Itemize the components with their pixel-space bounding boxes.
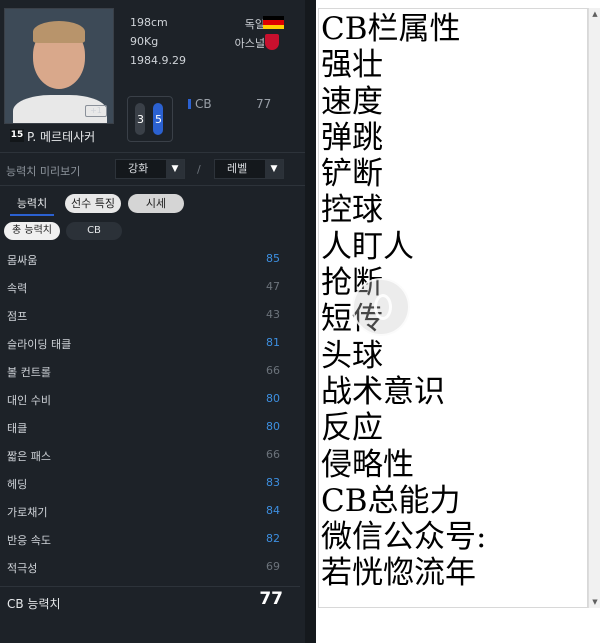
note-line: 速度 <box>321 83 383 120</box>
stat-row: 가로채기 84 <box>0 497 300 525</box>
note-line: 强壮 <box>321 47 383 84</box>
stat-name: 대인 수비 <box>7 394 51 407</box>
nation-label: 독일 <box>244 18 265 31</box>
stat-row: 볼 컨트롤 66 <box>0 357 300 385</box>
stat-value: 66 <box>266 364 280 377</box>
note-line: 侵略性 <box>321 446 414 483</box>
stat-value: 66 <box>266 448 280 461</box>
weak-foot-indicator: 3 5 <box>127 96 173 142</box>
note-line: CB栏属性 <box>321 11 461 47</box>
right-foot-value: 5 <box>155 113 162 126</box>
club-label: 아스널 <box>234 37 265 50</box>
stat-preview-label: 능력치 미리보기 <box>6 165 81 178</box>
stat-name: 속력 <box>7 282 28 295</box>
stat-value: 85 <box>266 252 280 265</box>
stat-value: 84 <box>266 504 280 517</box>
note-line: 微信公众号: <box>321 519 487 556</box>
note-line: 控球 <box>321 192 383 229</box>
player-number: 15 <box>10 129 24 142</box>
stat-row: 점프 43 <box>0 301 300 329</box>
chevron-down-icon: ▼ <box>265 160 283 178</box>
stat-name: 점프 <box>7 310 28 323</box>
position-total-value: 77 <box>259 589 283 609</box>
stat-row: 반응 속도 82 <box>0 525 300 553</box>
preview-separator: / <box>197 163 201 176</box>
chip-cb[interactable]: CB <box>66 222 122 240</box>
note-line: 战术意识 <box>321 373 445 410</box>
player-photo: +1 <box>4 8 114 124</box>
player-birthdate: 1984.9.29 <box>130 54 186 67</box>
enhance-dropdown-value: 강화 <box>128 162 149 175</box>
stat-row: 속력 47 <box>0 273 300 301</box>
stat-row: 대인 수비 80 <box>0 385 300 413</box>
watermark-logo <box>352 278 410 336</box>
stat-row: 짧은 패스 66 <box>0 441 300 469</box>
stat-preview-row: 능력치 미리보기 강화 ▼ / 레벨 ▼ <box>0 152 316 186</box>
stat-value: 80 <box>266 392 280 405</box>
note-line: 头球 <box>321 337 383 374</box>
panel-scrollbar[interactable] <box>305 0 316 643</box>
tab-player-traits[interactable]: 선수 특징 <box>65 194 121 213</box>
note-line: 人盯人 <box>321 228 414 265</box>
position-total-label: CB 능력치 <box>7 597 61 611</box>
tab-ability[interactable]: 능력치 <box>6 194 58 213</box>
note-line: 铲断 <box>321 156 383 193</box>
stat-value: 80 <box>266 420 280 433</box>
arsenal-crest-icon <box>265 34 279 50</box>
tab-price[interactable]: 시세 <box>128 194 184 213</box>
enhance-dropdown[interactable]: 강화 ▼ <box>115 159 185 179</box>
stat-row: 몸싸움 85 <box>0 245 300 273</box>
stat-value: 69 <box>266 560 280 573</box>
note-line: CB总能力 <box>321 482 461 519</box>
divider <box>0 586 300 587</box>
note-line: 弹跳 <box>321 119 383 156</box>
level-dropdown[interactable]: 레벨 ▼ <box>214 159 284 179</box>
stat-row: 적극성 69 <box>0 553 300 581</box>
stat-name: 짧은 패스 <box>7 450 51 463</box>
germany-flag-icon <box>263 16 284 29</box>
position-label: CB <box>195 97 212 111</box>
scroll-down-icon[interactable]: ▼ <box>591 598 599 606</box>
left-foot-value: 3 <box>137 113 144 126</box>
player-height: 198cm <box>130 16 168 29</box>
stat-name: 적극성 <box>7 562 38 575</box>
chevron-down-icon: ▼ <box>166 160 184 178</box>
boost-badge: +1 <box>85 105 107 117</box>
stat-row: 슬라이딩 태클 81 <box>0 329 300 357</box>
note-scrollbar[interactable]: ▲ ▼ <box>588 8 600 608</box>
stat-name: 헤딩 <box>7 478 28 491</box>
stat-name: 태클 <box>7 422 28 435</box>
position-color-bar <box>188 99 191 109</box>
player-weight: 90Kg <box>130 35 159 48</box>
player-info-panel: +1 15 P. 메르테사커 198cm 90Kg 1984.9.29 독일 아… <box>0 0 316 643</box>
player-name: P. 메르테사커 <box>27 130 96 144</box>
stat-value: 43 <box>266 308 280 321</box>
stat-row: 태클 80 <box>0 413 300 441</box>
scroll-up-icon[interactable]: ▲ <box>591 10 599 18</box>
level-dropdown-value: 레벨 <box>227 162 248 175</box>
active-tab-indicator <box>10 214 54 216</box>
note-line: 若恍惚流年 <box>321 555 476 592</box>
stat-name: 가로채기 <box>7 506 48 519</box>
stat-name: 반응 속도 <box>7 534 51 547</box>
stat-name: 슬라이딩 태클 <box>7 338 72 351</box>
stat-name: 몸싸움 <box>7 254 38 267</box>
stat-row: 헤딩 83 <box>0 469 300 497</box>
stat-value: 83 <box>266 476 280 489</box>
note-line: 反应 <box>321 410 383 447</box>
stat-value: 47 <box>266 280 280 293</box>
stat-value: 81 <box>266 336 280 349</box>
position-rating: 77 <box>256 97 272 111</box>
stat-value: 82 <box>266 532 280 545</box>
stat-name: 볼 컨트롤 <box>7 366 51 379</box>
chip-total-stats[interactable]: 총 능력치 <box>4 222 60 240</box>
